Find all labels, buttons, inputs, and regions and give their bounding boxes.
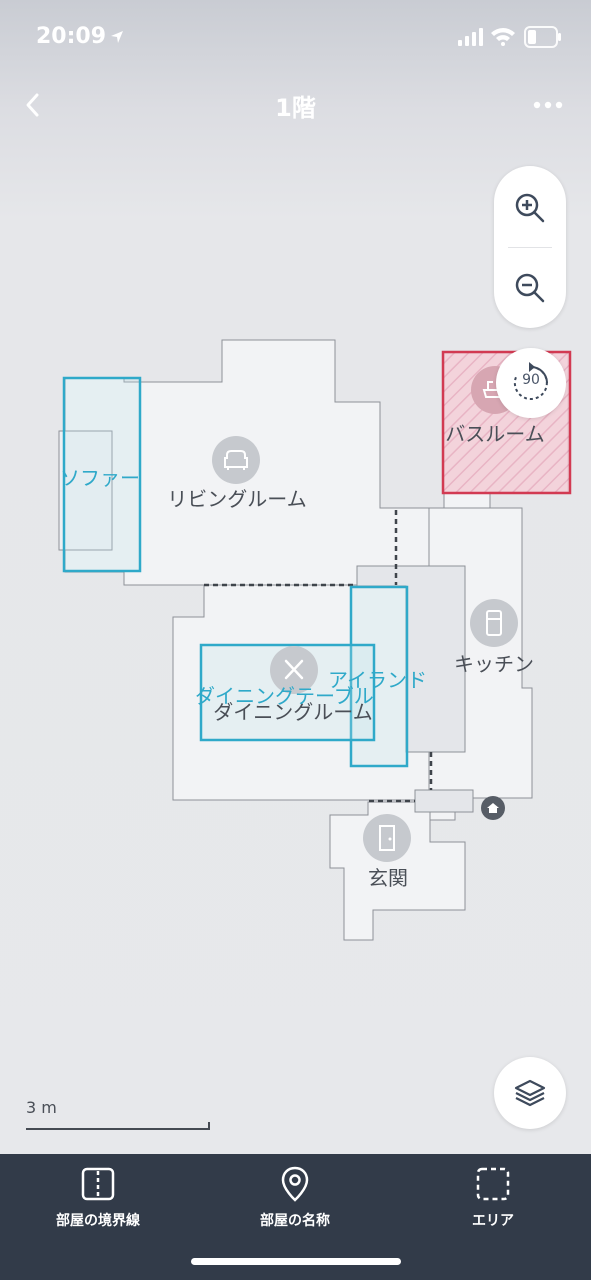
room-name-button[interactable]: 部屋の名称 bbox=[220, 1164, 370, 1230]
area-button[interactable]: エリア bbox=[418, 1164, 568, 1230]
rotate-button[interactable]: 90 bbox=[496, 348, 566, 418]
zoom-controls bbox=[494, 166, 566, 328]
room-label-kitchen: キッチン bbox=[454, 652, 534, 676]
furniture-label-sofa: ソファー bbox=[60, 466, 140, 490]
area-icon bbox=[476, 1167, 510, 1201]
home-indicator bbox=[191, 1258, 401, 1265]
layers-icon bbox=[514, 1079, 546, 1107]
scale-label: 3 m bbox=[26, 1098, 57, 1117]
scale-indicator: 3 m bbox=[26, 1098, 210, 1130]
rotate-label: 90 bbox=[522, 372, 540, 388]
scale-bar bbox=[26, 1122, 210, 1130]
dock-home-icon bbox=[481, 796, 505, 820]
room-boundary-label: 部屋の境界線 bbox=[56, 1213, 140, 1229]
room-hall bbox=[414, 789, 474, 813]
zoom-in-button[interactable] bbox=[494, 168, 566, 248]
room-label-living: リビングルーム bbox=[167, 487, 307, 511]
location-pin-icon bbox=[281, 1166, 309, 1202]
fridge-room-icon bbox=[470, 599, 518, 647]
room-name-label: 部屋の名称 bbox=[260, 1213, 330, 1229]
zoom-out-icon bbox=[515, 273, 545, 303]
furniture-label-dining-table: ダイニングテーブル bbox=[195, 684, 374, 708]
door-room-icon bbox=[363, 814, 411, 862]
sofa-room-icon bbox=[212, 436, 260, 484]
room-label-bath: バスルーム bbox=[445, 422, 545, 446]
zoom-out-button[interactable] bbox=[494, 248, 566, 328]
room-boundary-icon bbox=[81, 1167, 115, 1201]
room-label-entrance: 玄関 bbox=[368, 866, 408, 890]
area-label: エリア bbox=[472, 1213, 514, 1229]
room-boundary-button[interactable]: 部屋の境界線 bbox=[23, 1164, 173, 1230]
zoom-in-icon bbox=[515, 193, 545, 223]
layers-button[interactable] bbox=[494, 1057, 566, 1129]
